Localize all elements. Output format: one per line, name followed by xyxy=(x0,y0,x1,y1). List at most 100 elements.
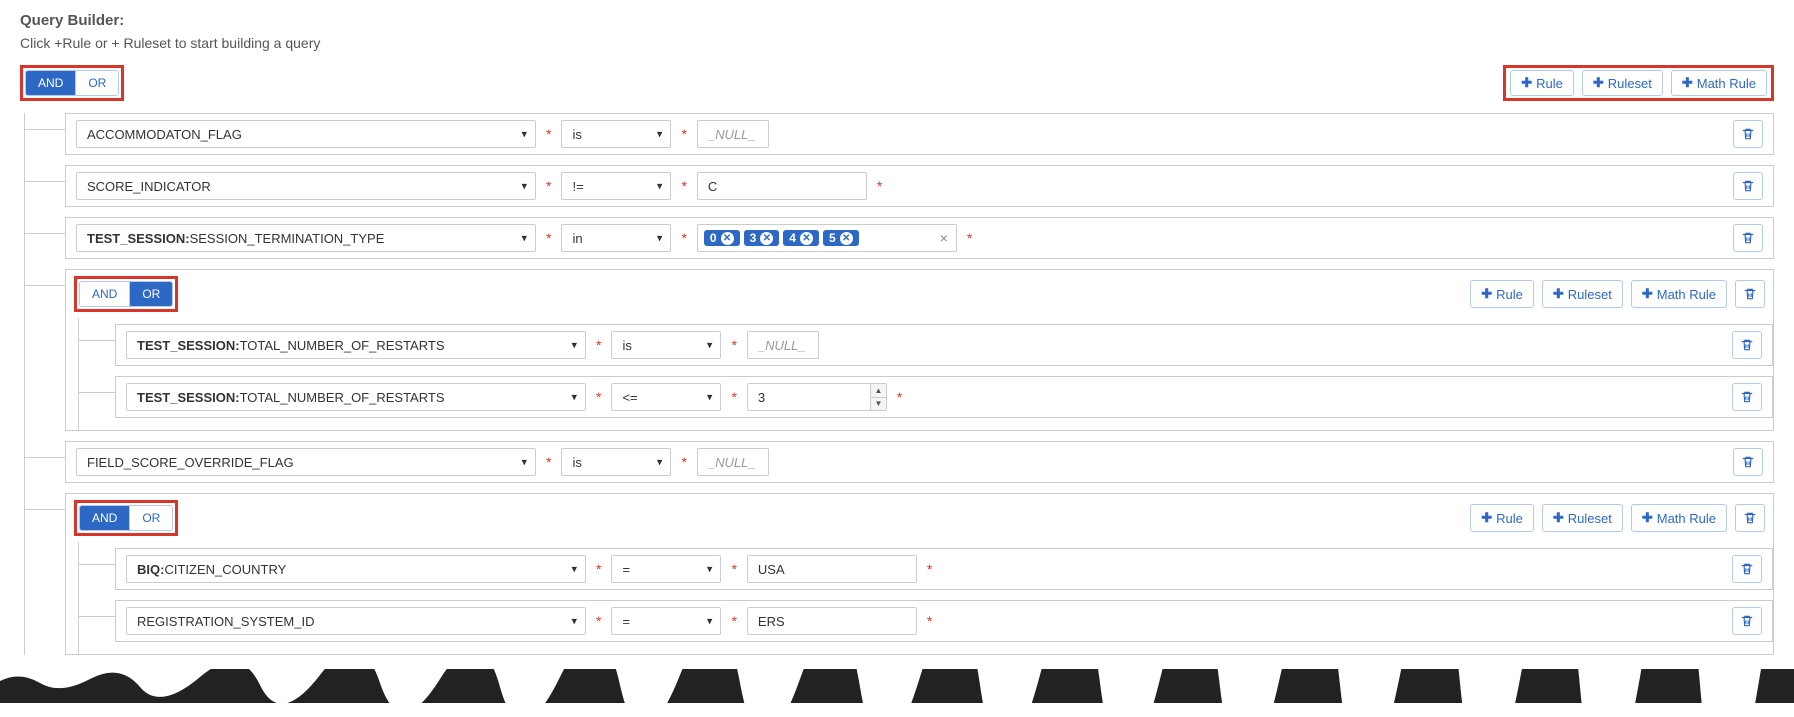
multiselect-input[interactable]: 0✕ 3✕ 4✕ 5✕ × xyxy=(697,224,957,252)
remove-chip-icon[interactable]: ✕ xyxy=(721,232,734,245)
plus-circle-icon: ✚ xyxy=(1521,75,1532,91)
delete-ruleset-button[interactable] xyxy=(1735,280,1765,308)
delete-rule-button[interactable] xyxy=(1733,224,1763,252)
add-rule-button[interactable]: ✚Rule xyxy=(1470,504,1534,532)
plus-circle-icon: ✚ xyxy=(1593,75,1604,91)
delete-ruleset-button[interactable] xyxy=(1735,504,1765,532)
required-mark: * xyxy=(731,613,736,629)
add-ruleset-button[interactable]: ✚Ruleset xyxy=(1542,280,1623,308)
value-input[interactable] xyxy=(747,383,887,411)
value-input[interactable] xyxy=(697,172,867,200)
required-mark: * xyxy=(681,178,686,194)
root-and-button[interactable]: AND xyxy=(26,71,75,95)
add-ruleset-button[interactable]: ✚Ruleset xyxy=(1542,504,1623,532)
required-mark: * xyxy=(731,561,736,577)
add-rule-button[interactable]: ✚Rule xyxy=(1470,280,1534,308)
operator-select[interactable]: is xyxy=(561,448,671,476)
add-math-rule-button[interactable]: ✚Math Rule xyxy=(1631,504,1727,532)
trash-icon xyxy=(1740,338,1754,352)
required-mark: * xyxy=(546,178,551,194)
operator-select[interactable]: in xyxy=(561,224,671,252)
group-or-button[interactable]: OR xyxy=(129,506,172,530)
remove-chip-icon[interactable]: ✕ xyxy=(760,232,773,245)
delete-rule-button[interactable] xyxy=(1732,331,1762,359)
required-mark: * xyxy=(897,389,902,405)
delete-rule-button[interactable] xyxy=(1733,448,1763,476)
field-select[interactable]: ACCOMMODATON_FLAG xyxy=(76,120,536,148)
ruleset-row: AND OR ✚Rule ✚Ruleset ✚Math Rule BIQ: CI… xyxy=(65,493,1774,655)
root-or-button[interactable]: OR xyxy=(75,71,118,95)
value-input[interactable] xyxy=(697,120,769,148)
chip[interactable]: 5✕ xyxy=(823,230,859,246)
chip[interactable]: 4✕ xyxy=(783,230,819,246)
delete-rule-button[interactable] xyxy=(1733,172,1763,200)
field-select[interactable]: REGISTRATION_SYSTEM_ID xyxy=(126,607,586,635)
required-mark: * xyxy=(927,613,932,629)
highlight-root-actions: ✚Rule ✚Ruleset ✚Math Rule xyxy=(1503,65,1774,101)
page-title: Query Builder: xyxy=(20,12,1774,29)
value-input[interactable] xyxy=(747,555,917,583)
rule-row: TEST_SESSION: SESSION_TERMINATION_TYPE *… xyxy=(65,217,1774,259)
operator-select[interactable]: <= xyxy=(611,383,721,411)
trash-icon xyxy=(1740,562,1754,576)
required-mark: * xyxy=(596,613,601,629)
trash-icon xyxy=(1741,455,1755,469)
add-rule-button[interactable]: ✚Rule xyxy=(1510,70,1574,96)
clear-all-icon[interactable]: × xyxy=(940,230,950,246)
plus-circle-icon: ✚ xyxy=(1642,510,1653,526)
add-math-rule-button[interactable]: ✚Math Rule xyxy=(1671,70,1767,96)
plus-circle-icon: ✚ xyxy=(1481,510,1492,526)
rule-row: TEST_SESSION: TOTAL_NUMBER_OF_RESTARTS *… xyxy=(115,324,1773,366)
required-mark: * xyxy=(877,178,882,194)
value-input[interactable] xyxy=(697,448,769,476)
remove-chip-icon[interactable]: ✕ xyxy=(840,232,853,245)
plus-circle-icon: ✚ xyxy=(1682,75,1693,91)
trash-icon xyxy=(1741,127,1755,141)
rule-row: TEST_SESSION: TOTAL_NUMBER_OF_RESTARTS *… xyxy=(115,376,1773,418)
field-select[interactable]: BIQ: CITIZEN_COUNTRY xyxy=(126,555,586,583)
delete-rule-button[interactable] xyxy=(1732,607,1762,635)
remove-chip-icon[interactable]: ✕ xyxy=(800,232,813,245)
add-math-rule-button[interactable]: ✚Math Rule xyxy=(1631,280,1727,308)
page-subtitle: Click +Rule or + Ruleset to start buildi… xyxy=(20,35,1774,51)
required-mark: * xyxy=(681,126,686,142)
delete-rule-button[interactable] xyxy=(1733,120,1763,148)
chip[interactable]: 3✕ xyxy=(744,230,780,246)
trash-icon xyxy=(1743,287,1757,301)
value-input[interactable] xyxy=(747,607,917,635)
highlight-group-andor: AND OR xyxy=(74,276,178,312)
required-mark: * xyxy=(546,126,551,142)
trash-icon xyxy=(1741,179,1755,193)
add-ruleset-button[interactable]: ✚Ruleset xyxy=(1582,70,1663,96)
group-and-button[interactable]: AND xyxy=(80,506,129,530)
operator-select[interactable]: != xyxy=(561,172,671,200)
field-select[interactable]: TEST_SESSION: TOTAL_NUMBER_OF_RESTARTS xyxy=(126,383,586,411)
trash-icon xyxy=(1741,231,1755,245)
required-mark: * xyxy=(546,454,551,470)
required-mark: * xyxy=(596,389,601,405)
group-or-button[interactable]: OR xyxy=(129,282,172,306)
stepper-down-icon[interactable]: ▼ xyxy=(871,397,886,411)
stepper-up-icon[interactable]: ▲ xyxy=(871,384,886,397)
operator-select[interactable]: = xyxy=(611,607,721,635)
field-select[interactable]: TEST_SESSION: TOTAL_NUMBER_OF_RESTARTS xyxy=(126,331,586,359)
delete-rule-button[interactable] xyxy=(1732,555,1762,583)
operator-select[interactable]: = xyxy=(611,555,721,583)
required-mark: * xyxy=(681,454,686,470)
value-input[interactable] xyxy=(747,331,819,359)
required-mark: * xyxy=(731,337,736,353)
highlight-group-andor: AND OR xyxy=(74,500,178,536)
rule-row: FIELD_SCORE_OVERRIDE_FLAG * is * xyxy=(65,441,1774,483)
delete-rule-button[interactable] xyxy=(1732,383,1762,411)
trash-icon xyxy=(1740,614,1754,628)
operator-select[interactable]: is xyxy=(611,331,721,359)
operator-select[interactable]: is xyxy=(561,120,671,148)
rule-row: SCORE_INDICATOR * != * * xyxy=(65,165,1774,207)
chip[interactable]: 0✕ xyxy=(704,230,740,246)
plus-circle-icon: ✚ xyxy=(1553,510,1564,526)
field-select[interactable]: FIELD_SCORE_OVERRIDE_FLAG xyxy=(76,448,536,476)
rule-row: REGISTRATION_SYSTEM_ID * = * * xyxy=(115,600,1773,642)
field-select[interactable]: TEST_SESSION: SESSION_TERMINATION_TYPE xyxy=(76,224,536,252)
group-and-button[interactable]: AND xyxy=(80,282,129,306)
field-select[interactable]: SCORE_INDICATOR xyxy=(76,172,536,200)
